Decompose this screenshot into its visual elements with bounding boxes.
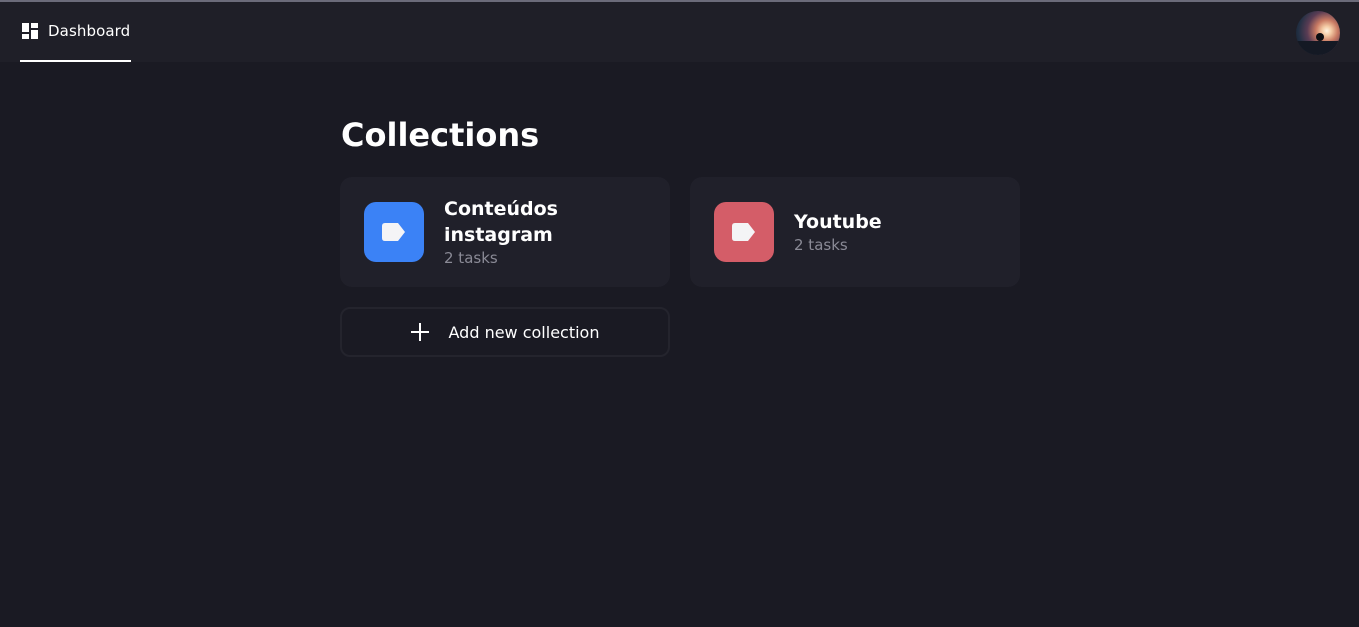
label-icon [732, 223, 756, 241]
tab-dashboard-label: Dashboard [48, 22, 131, 40]
collection-icon-badge [714, 202, 774, 262]
add-collection-label: Add new collection [448, 322, 600, 342]
collection-task-count: 2 tasks [444, 249, 498, 267]
collection-card[interactable]: Youtube 2 tasks [690, 177, 1020, 287]
add-collection-button[interactable]: Add new collection [340, 307, 670, 357]
collection-icon-badge [364, 202, 424, 262]
collection-card[interactable]: Conteúdos instagram 2 tasks [340, 177, 670, 287]
collection-task-count: 2 tasks [794, 236, 848, 254]
page-title: Collections [341, 116, 540, 154]
top-navbar: Dashboard [0, 2, 1359, 62]
user-avatar[interactable] [1296, 11, 1340, 55]
collection-title: Youtube [794, 211, 882, 233]
collection-title: Conteúdos instagram [444, 198, 558, 246]
label-icon [382, 223, 406, 241]
tab-dashboard[interactable]: Dashboard [20, 2, 131, 62]
dashboard-icon [22, 23, 38, 39]
plus-icon [410, 323, 429, 341]
